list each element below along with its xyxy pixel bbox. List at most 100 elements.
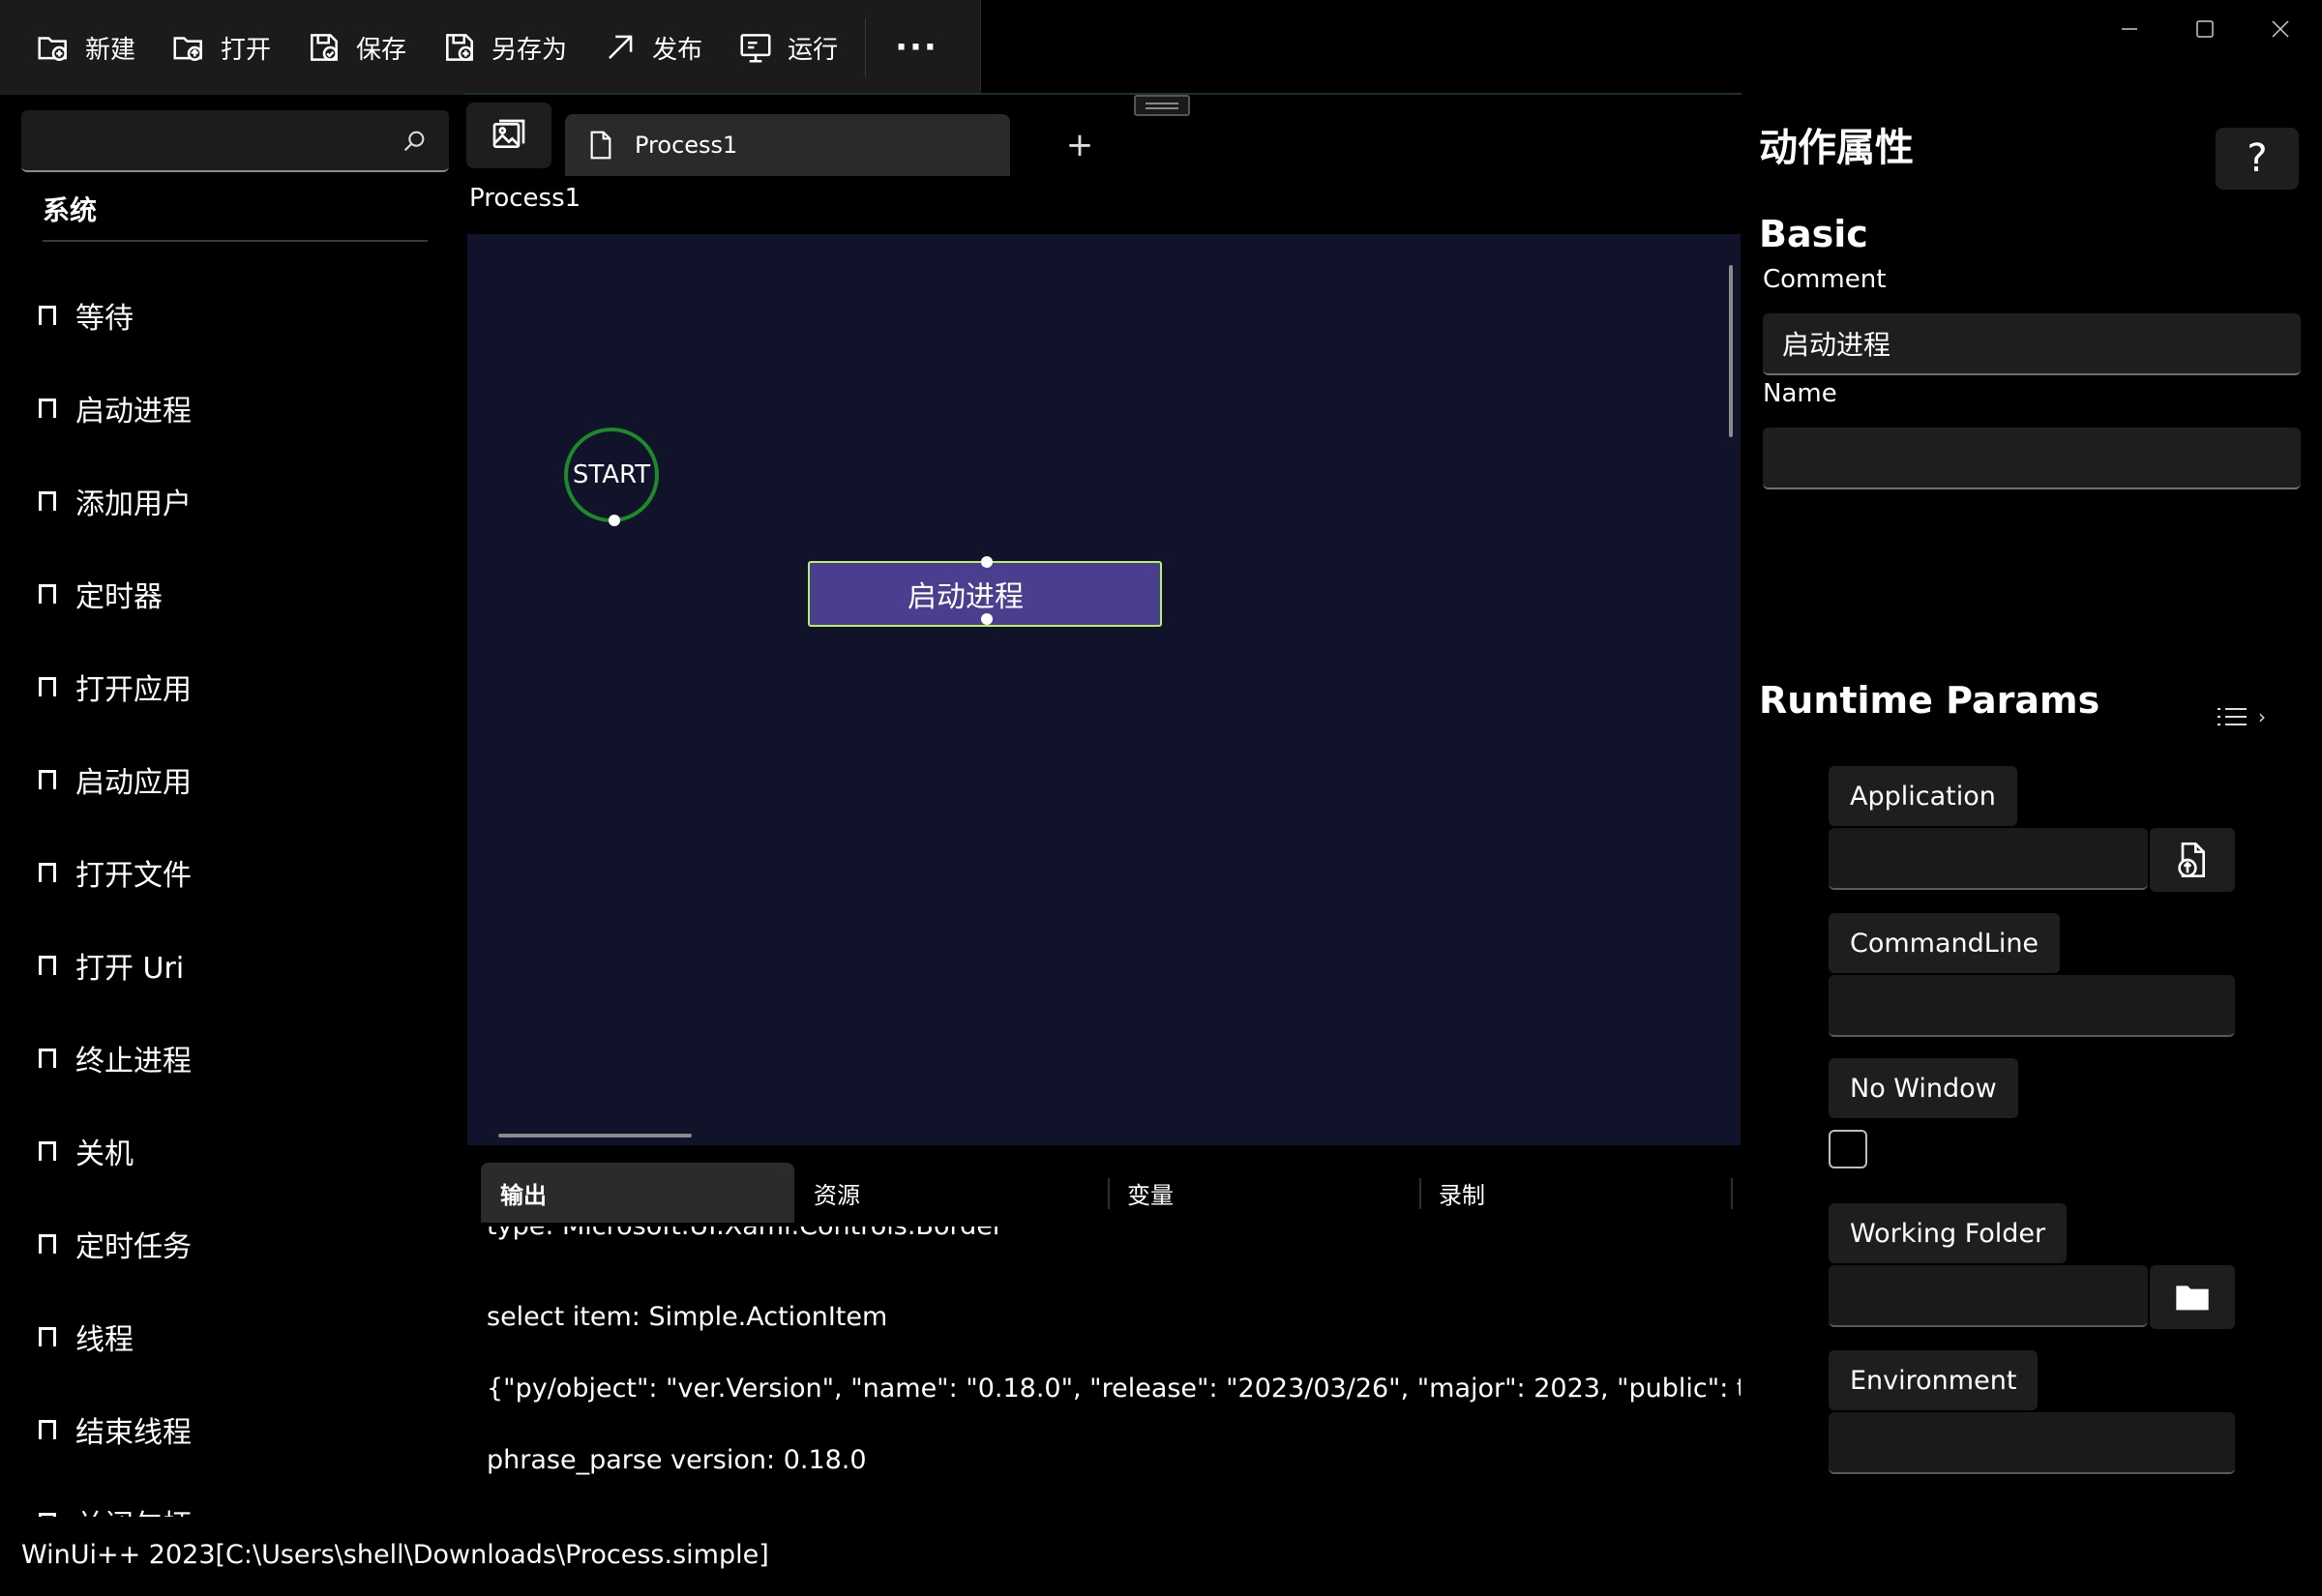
action-item-icon xyxy=(39,677,56,696)
action-item-icon xyxy=(39,1049,56,1068)
comment-field[interactable]: 启动进程 xyxy=(1763,313,2301,375)
new-label: 新建 xyxy=(85,35,136,65)
breadcrumb: Process1 xyxy=(469,184,581,213)
toolbox-item[interactable]: 打开文件 xyxy=(39,826,445,919)
start-output-port[interactable] xyxy=(609,515,620,526)
browse-file-button[interactable] xyxy=(2150,828,2235,892)
search-icon[interactable] xyxy=(401,128,428,155)
new-file-icon xyxy=(38,37,67,61)
command-toolbar: 新建 打开 保存 另存为 发布 运行 ··· xyxy=(0,0,981,95)
runtime-params-list-button[interactable]: › xyxy=(2216,700,2283,733)
name-label: Name xyxy=(1763,379,1837,408)
publish-button[interactable]: 发布 xyxy=(584,16,720,78)
toolbox-item[interactable]: 定时任务 xyxy=(39,1197,445,1290)
basic-section-title: Basic xyxy=(1759,213,1868,255)
toolbox-item[interactable]: 关闭句柄 xyxy=(39,1476,445,1517)
vertical-scrollbar[interactable] xyxy=(1729,265,1733,437)
toolbox-item[interactable]: 终止进程 xyxy=(39,1012,445,1105)
chevron-right-icon: › xyxy=(2258,705,2266,728)
pane-splitter-handle[interactable] xyxy=(1134,95,1190,116)
toolbar-divider xyxy=(464,93,1742,95)
toolbox-item-label: 关闭句柄 xyxy=(75,1501,192,1517)
tab-record[interactable]: 录制 xyxy=(1419,1163,1731,1223)
image-icon xyxy=(492,119,525,148)
tab-resources-label: 资源 xyxy=(814,1181,860,1209)
save-as-icon xyxy=(446,34,473,61)
properties-panel: 动作属性 ? Basic Comment 启动进程 Name Runtime P… xyxy=(1742,95,2322,1517)
title-bar: 新建 打开 保存 另存为 发布 运行 ··· xyxy=(0,0,2322,95)
browse-folder-button[interactable] xyxy=(2150,1265,2235,1329)
output-log[interactable]: type: Microsoft.UI.Xaml.Controls.Border … xyxy=(467,1227,1741,1517)
minimize-button[interactable] xyxy=(2092,0,2167,58)
save-button[interactable]: 保存 xyxy=(288,16,424,78)
action-node[interactable]: 启动进程 xyxy=(808,556,1162,627)
horizontal-scrollbar[interactable] xyxy=(498,1134,692,1138)
toolbox-item[interactable]: 结束线程 xyxy=(39,1383,445,1476)
action-toolbox: 系统 等待 启动进程添加用户定时器打开应用启动应用打开文件 打开 Uri 终止进程关机… xyxy=(0,95,455,1517)
toolbox-item-label: 关机 xyxy=(75,1138,134,1171)
action-node-label: 启动进程 xyxy=(908,580,1024,614)
category-divider xyxy=(43,240,428,242)
commandline-input[interactable] xyxy=(1829,975,2235,1037)
start-node[interactable]: START xyxy=(564,428,659,526)
flow-designer-canvas[interactable]: START 启动进程 xyxy=(467,234,1741,1145)
action-item-icon xyxy=(39,1234,56,1254)
document-tabs: Process1 + xyxy=(466,103,1740,176)
toolbox-item[interactable]: 关机 xyxy=(39,1105,445,1197)
comment-label: Comment xyxy=(1763,265,1887,294)
toolbox-item-label: 打开应用 xyxy=(75,673,192,707)
new-button[interactable]: 新建 xyxy=(17,16,153,78)
action-output-port[interactable] xyxy=(981,613,993,625)
toolbox-item[interactable]: 线程 xyxy=(39,1290,445,1383)
publish-arrow-icon xyxy=(609,35,633,59)
name-field[interactable] xyxy=(1763,428,2301,489)
maximize-button[interactable] xyxy=(2167,0,2243,58)
toolbox-item[interactable]: 等待 xyxy=(39,269,445,362)
save-as-button[interactable]: 另存为 xyxy=(424,16,584,78)
toolbox-search-input[interactable] xyxy=(21,110,449,172)
tab-process1[interactable]: Process1 xyxy=(565,114,1010,176)
action-item-icon xyxy=(39,1327,56,1346)
open-folder-icon xyxy=(173,37,202,61)
more-button[interactable]: ··· xyxy=(876,16,958,78)
image-view-button[interactable] xyxy=(466,103,551,168)
run-button[interactable]: 运行 xyxy=(720,16,855,78)
save-as-label: 另存为 xyxy=(491,35,568,65)
add-tab-button[interactable]: + xyxy=(1057,122,1103,168)
tab-output[interactable]: 输出 xyxy=(481,1163,794,1223)
toolbox-item[interactable]: 添加用户 xyxy=(39,455,445,547)
action-input-port[interactable] xyxy=(981,556,993,568)
toolbox-item[interactable]: 启动应用 xyxy=(39,733,445,826)
working-folder-input[interactable] xyxy=(1829,1265,2148,1327)
tab-variables-label: 变量 xyxy=(1127,1181,1174,1209)
toolbox-item-label: 定时任务 xyxy=(75,1230,192,1264)
toolbox-item[interactable]: 启动进程 xyxy=(39,362,445,455)
tab-output-label: 输出 xyxy=(500,1181,547,1209)
action-list: 等待 启动进程添加用户定时器打开应用启动应用打开文件 打开 Uri 终止进程关机定时任… xyxy=(39,269,445,1517)
list-icon xyxy=(2218,708,2247,725)
maximize-icon xyxy=(2196,20,2214,38)
action-item-icon xyxy=(39,956,56,975)
toolbox-item[interactable]: 打开应用 xyxy=(39,640,445,733)
environment-input[interactable] xyxy=(1829,1412,2235,1474)
tab-label: Process1 xyxy=(635,132,738,159)
no-window-checkbox[interactable] xyxy=(1829,1130,1867,1168)
toolbox-item-label: 启动应用 xyxy=(75,766,192,800)
tab-resources[interactable]: 资源 xyxy=(794,1163,1100,1223)
log-line: type: Microsoft.UI.Xaml.Controls.Border xyxy=(487,1227,1003,1241)
toolbox-item[interactable]: 定时器 xyxy=(39,547,445,640)
environment-label: Environment xyxy=(1829,1350,2039,1410)
open-button[interactable]: 打开 xyxy=(153,16,288,78)
help-button[interactable]: ? xyxy=(2216,128,2299,190)
category-title[interactable]: 系统 xyxy=(43,190,97,228)
commandline-label: CommandLine xyxy=(1829,913,2061,973)
tab-record-label: 录制 xyxy=(1439,1181,1485,1209)
output-tabs: 输出 资源 变量 录制 xyxy=(481,1163,1739,1225)
toolbox-item-label: 添加用户 xyxy=(75,488,192,521)
action-item-icon xyxy=(39,770,56,789)
close-icon xyxy=(2272,20,2289,38)
application-input[interactable] xyxy=(1829,828,2148,890)
tab-variables[interactable]: 变量 xyxy=(1108,1163,1419,1223)
toolbox-item[interactable]: 打开 Uri xyxy=(39,919,445,1012)
close-window-button[interactable] xyxy=(2243,0,2318,58)
